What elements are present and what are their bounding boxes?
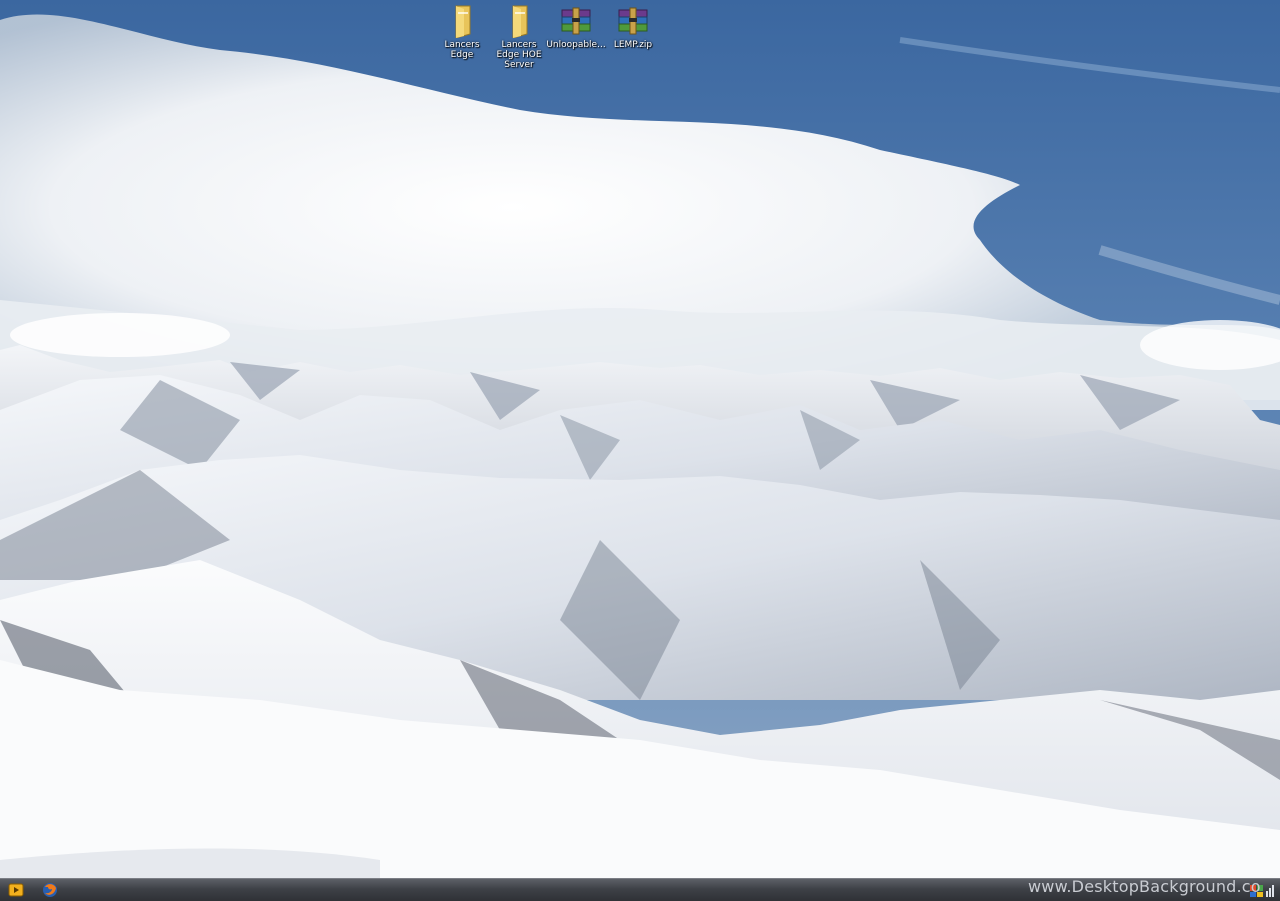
folder-icon	[455, 5, 471, 38]
desktop-icon-label: Lancers Edge HOE Server	[496, 40, 542, 70]
desktop-icon-lancers-edge-hoe-server[interactable]: Lancers Edge HOE Server	[489, 4, 549, 70]
desktop-icon-unloopable[interactable]: Unloopable...	[546, 4, 606, 50]
firefox-icon[interactable]	[42, 882, 58, 898]
desktop-icon-lemp-zip[interactable]: LEMP.zip	[603, 4, 663, 50]
desktop-wallpaper	[0, 0, 1280, 878]
folder-icon	[512, 5, 528, 38]
desktop-icon-label: LEMP.zip	[613, 40, 653, 50]
desktop-icon-label: Lancers Edge	[444, 40, 480, 60]
watermark-text: www.DesktopBackground.co	[1028, 877, 1261, 896]
media-player-icon[interactable]	[8, 882, 24, 898]
desktop-icon-lancers-edge[interactable]: Lancers Edge	[432, 4, 492, 60]
winrar-archive-icon	[561, 7, 591, 35]
winrar-archive-icon	[618, 7, 648, 35]
desktop-icon-label: Unloopable...	[546, 40, 606, 50]
